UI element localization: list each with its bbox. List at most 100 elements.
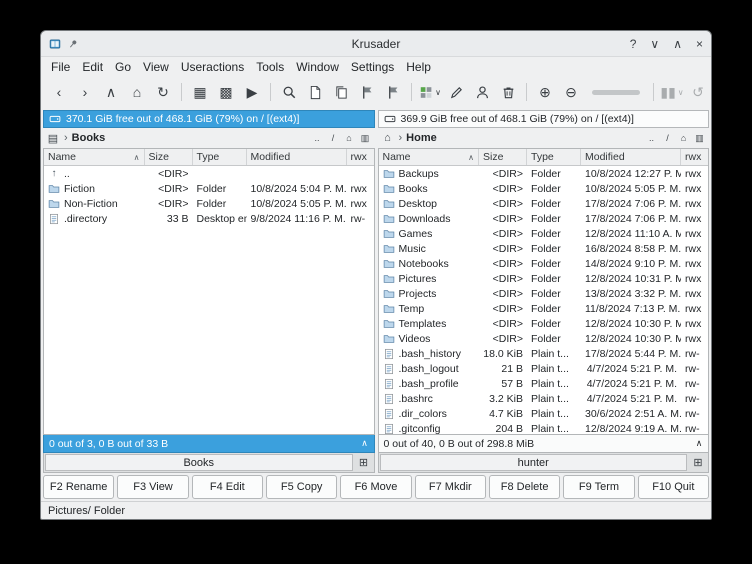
column-header-name[interactable]: Name ∧ xyxy=(44,149,145,165)
column-header-type[interactable]: Type xyxy=(527,149,581,165)
trash-button[interactable] xyxy=(495,80,521,104)
sync-browse-button[interactable]: ▥ xyxy=(693,131,706,145)
column-header-modified[interactable]: Modified xyxy=(247,149,347,165)
file-row[interactable]: ↑.. <DIR> xyxy=(44,166,374,181)
file-row[interactable]: .dir_colors 4.7 KiB Plain t... 30/6/2024 2:… xyxy=(379,406,709,421)
file-row[interactable]: .directory 33 B Desktop en...9/8/2024 11:1… xyxy=(44,211,374,226)
fkey-f8-button[interactable]: F8 Delete xyxy=(488,475,561,499)
search-button[interactable] xyxy=(276,80,302,104)
file-name: .dir_colors xyxy=(398,407,447,420)
bookmark-add-button[interactable] xyxy=(380,80,406,104)
up-button[interactable]: ∧ xyxy=(98,80,124,104)
up-dir-button[interactable]: .. xyxy=(311,131,324,145)
home-icon[interactable]: ⌂ xyxy=(381,132,395,144)
compare-dirs-button[interactable]: ▦ xyxy=(187,80,213,104)
refresh-button[interactable]: ↻ xyxy=(150,80,176,104)
profiles-dropdown-button[interactable]: ∨ xyxy=(417,80,443,104)
file-row[interactable]: Downloads <DIR> Folder 17/8/2024 7:06 P. M.… xyxy=(379,211,709,226)
fkey-f6-button[interactable]: F6 Move xyxy=(340,475,412,499)
home-button[interactable]: ⌂ xyxy=(124,80,150,104)
home-dir-button[interactable]: ⌂ xyxy=(343,131,356,145)
column-header-rwx[interactable]: rwx xyxy=(347,149,374,165)
pause-queue-button[interactable]: ▮▮ ∨ xyxy=(659,80,685,104)
file-row[interactable]: Projects <DIR> Folder 13/8/2024 3:32 P. M. r… xyxy=(379,286,709,301)
menu-help[interactable]: Help xyxy=(400,58,437,76)
column-header-size[interactable]: Size xyxy=(479,149,527,165)
file-row[interactable]: .bash_history 18.0 KiB Plain t... 17/8/2024… xyxy=(379,346,709,361)
file-row[interactable]: Videos <DIR> Folder 12/8/2024 10:30 P. M. rw… xyxy=(379,331,709,346)
new-file-button[interactable] xyxy=(302,80,328,104)
root-dir-button[interactable]: / xyxy=(327,131,340,145)
new-tab-button[interactable]: ⊞ xyxy=(355,454,373,471)
column-header-modified[interactable]: Modified xyxy=(581,149,681,165)
forward-button[interactable]: › xyxy=(72,80,98,104)
undo-button[interactable]: ↺ xyxy=(685,80,711,104)
file-row[interactable]: .bash_logout 21 B Plain t... 4/7/2024 5:21 … xyxy=(379,361,709,376)
chevron-up-icon[interactable]: ∧ xyxy=(690,438,708,449)
menu-window[interactable]: Window xyxy=(290,58,345,76)
arrow-left-icon: ‹ xyxy=(56,84,62,100)
column-header-name[interactable]: Name ∧ xyxy=(379,149,479,165)
menu-tools[interactable]: Tools xyxy=(250,58,290,76)
menu-settings[interactable]: Settings xyxy=(345,58,400,76)
right-info-bar[interactable]: 369.9 GiB free out of 468.1 GiB (79%) on… xyxy=(377,110,709,128)
up-dir-button[interactable]: .. xyxy=(645,131,658,145)
fkey-f5-button[interactable]: F5 Copy xyxy=(265,475,338,499)
file-row[interactable]: .bash_profile 57 B Plain t... 4/7/2024 5:21… xyxy=(379,376,709,391)
pin-icon[interactable] xyxy=(67,38,79,50)
minimize-button[interactable]: ∨ xyxy=(650,38,659,50)
file-row[interactable]: Templates <DIR> Folder 12/8/2024 10:30 P. M… xyxy=(379,316,709,331)
zoom-in-button[interactable]: ⊕ xyxy=(532,80,558,104)
bookmark-button[interactable] xyxy=(354,80,380,104)
breadcrumb-current[interactable]: Books xyxy=(72,132,106,144)
menu-file[interactable]: File xyxy=(45,58,76,76)
fkey-f3-button[interactable]: F3 View xyxy=(117,475,189,499)
sync-browse-button[interactable]: ▥ xyxy=(359,131,372,145)
file-row[interactable]: Games <DIR> Folder 12/8/2024 11:10 A. M. rwx xyxy=(379,226,709,241)
fkey-f9-button[interactable]: F9 Term xyxy=(563,475,635,499)
back-button[interactable]: ‹ xyxy=(46,80,72,104)
fkey-f7-button[interactable]: F7 Mkdir xyxy=(414,475,486,499)
fkey-f2-button[interactable]: F2 Rename xyxy=(43,475,115,499)
menu-go[interactable]: Go xyxy=(109,58,137,76)
folder-icon[interactable]: ▤ xyxy=(46,132,60,145)
new-tab-button[interactable]: ⊞ xyxy=(689,454,707,471)
zoom-slider[interactable] xyxy=(592,89,640,95)
menu-view[interactable]: View xyxy=(137,58,175,76)
file-row[interactable]: Non-Fiction <DIR> Folder 10/8/2024 5:05 P. … xyxy=(44,196,374,211)
file-row[interactable]: Fiction <DIR> Folder 10/8/2024 5:04 P. M. rw… xyxy=(44,181,374,196)
file-row[interactable]: .gitconfig 204 B Plain t... 12/8/2024 9:19 … xyxy=(379,421,709,434)
column-header-rwx[interactable]: rwx xyxy=(681,149,708,165)
left-info-bar[interactable]: 370.1 GiB free out of 468.1 GiB (79%) on… xyxy=(43,110,375,128)
file-row[interactable]: Pictures <DIR> Folder 12/8/2024 10:31 P. M.… xyxy=(379,271,709,286)
zoom-out-button[interactable]: ⊖ xyxy=(558,80,584,104)
close-button[interactable]: × xyxy=(696,38,703,50)
tab-hunter[interactable]: hunter xyxy=(379,454,687,471)
run-command-button[interactable]: ▶ xyxy=(239,80,265,104)
file-row[interactable]: Backups <DIR> Folder 10/8/2024 12:27 P. M. r… xyxy=(379,166,709,181)
file-row[interactable]: Notebooks <DIR> Folder 14/8/2024 9:10 P. M.… xyxy=(379,256,709,271)
chevron-up-icon[interactable]: ∧ xyxy=(356,438,374,449)
maximize-button[interactable]: ∧ xyxy=(673,38,682,50)
copy-button[interactable] xyxy=(328,80,354,104)
tab-books[interactable]: Books xyxy=(45,454,353,471)
root-dir-button[interactable]: / xyxy=(661,131,674,145)
file-row[interactable]: .bashrc 3.2 KiB Plain t... 4/7/2024 5:21 P.… xyxy=(379,391,709,406)
menu-useractions[interactable]: Useractions xyxy=(175,58,250,76)
edit-file-button[interactable] xyxy=(443,80,469,104)
equal-panels-button[interactable]: ▩ xyxy=(213,80,239,104)
home-dir-button[interactable]: ⌂ xyxy=(677,131,690,145)
breadcrumb-current[interactable]: Home xyxy=(406,132,437,144)
file-row[interactable]: Music <DIR> Folder 16/8/2024 8:58 P. M. rwx xyxy=(379,241,709,256)
column-header-size[interactable]: Size xyxy=(145,149,193,165)
file-row[interactable]: Temp <DIR> Folder 11/8/2024 7:13 P. M. rwx xyxy=(379,301,709,316)
file-row[interactable]: Books <DIR> Folder 10/8/2024 5:05 P. M. rwx xyxy=(379,181,709,196)
menu-edit[interactable]: Edit xyxy=(76,58,109,76)
titlebar[interactable]: Krusader ? ∨ ∧ × xyxy=(41,31,711,57)
useractions-button[interactable] xyxy=(469,80,495,104)
fkey-f10-button[interactable]: F10 Quit xyxy=(637,475,709,499)
fkey-f4-button[interactable]: F4 Edit xyxy=(191,475,263,499)
file-row[interactable]: Desktop <DIR> Folder 17/8/2024 7:06 P. M. rw… xyxy=(379,196,709,211)
column-header-type[interactable]: Type xyxy=(193,149,247,165)
help-button[interactable]: ? xyxy=(630,38,637,50)
